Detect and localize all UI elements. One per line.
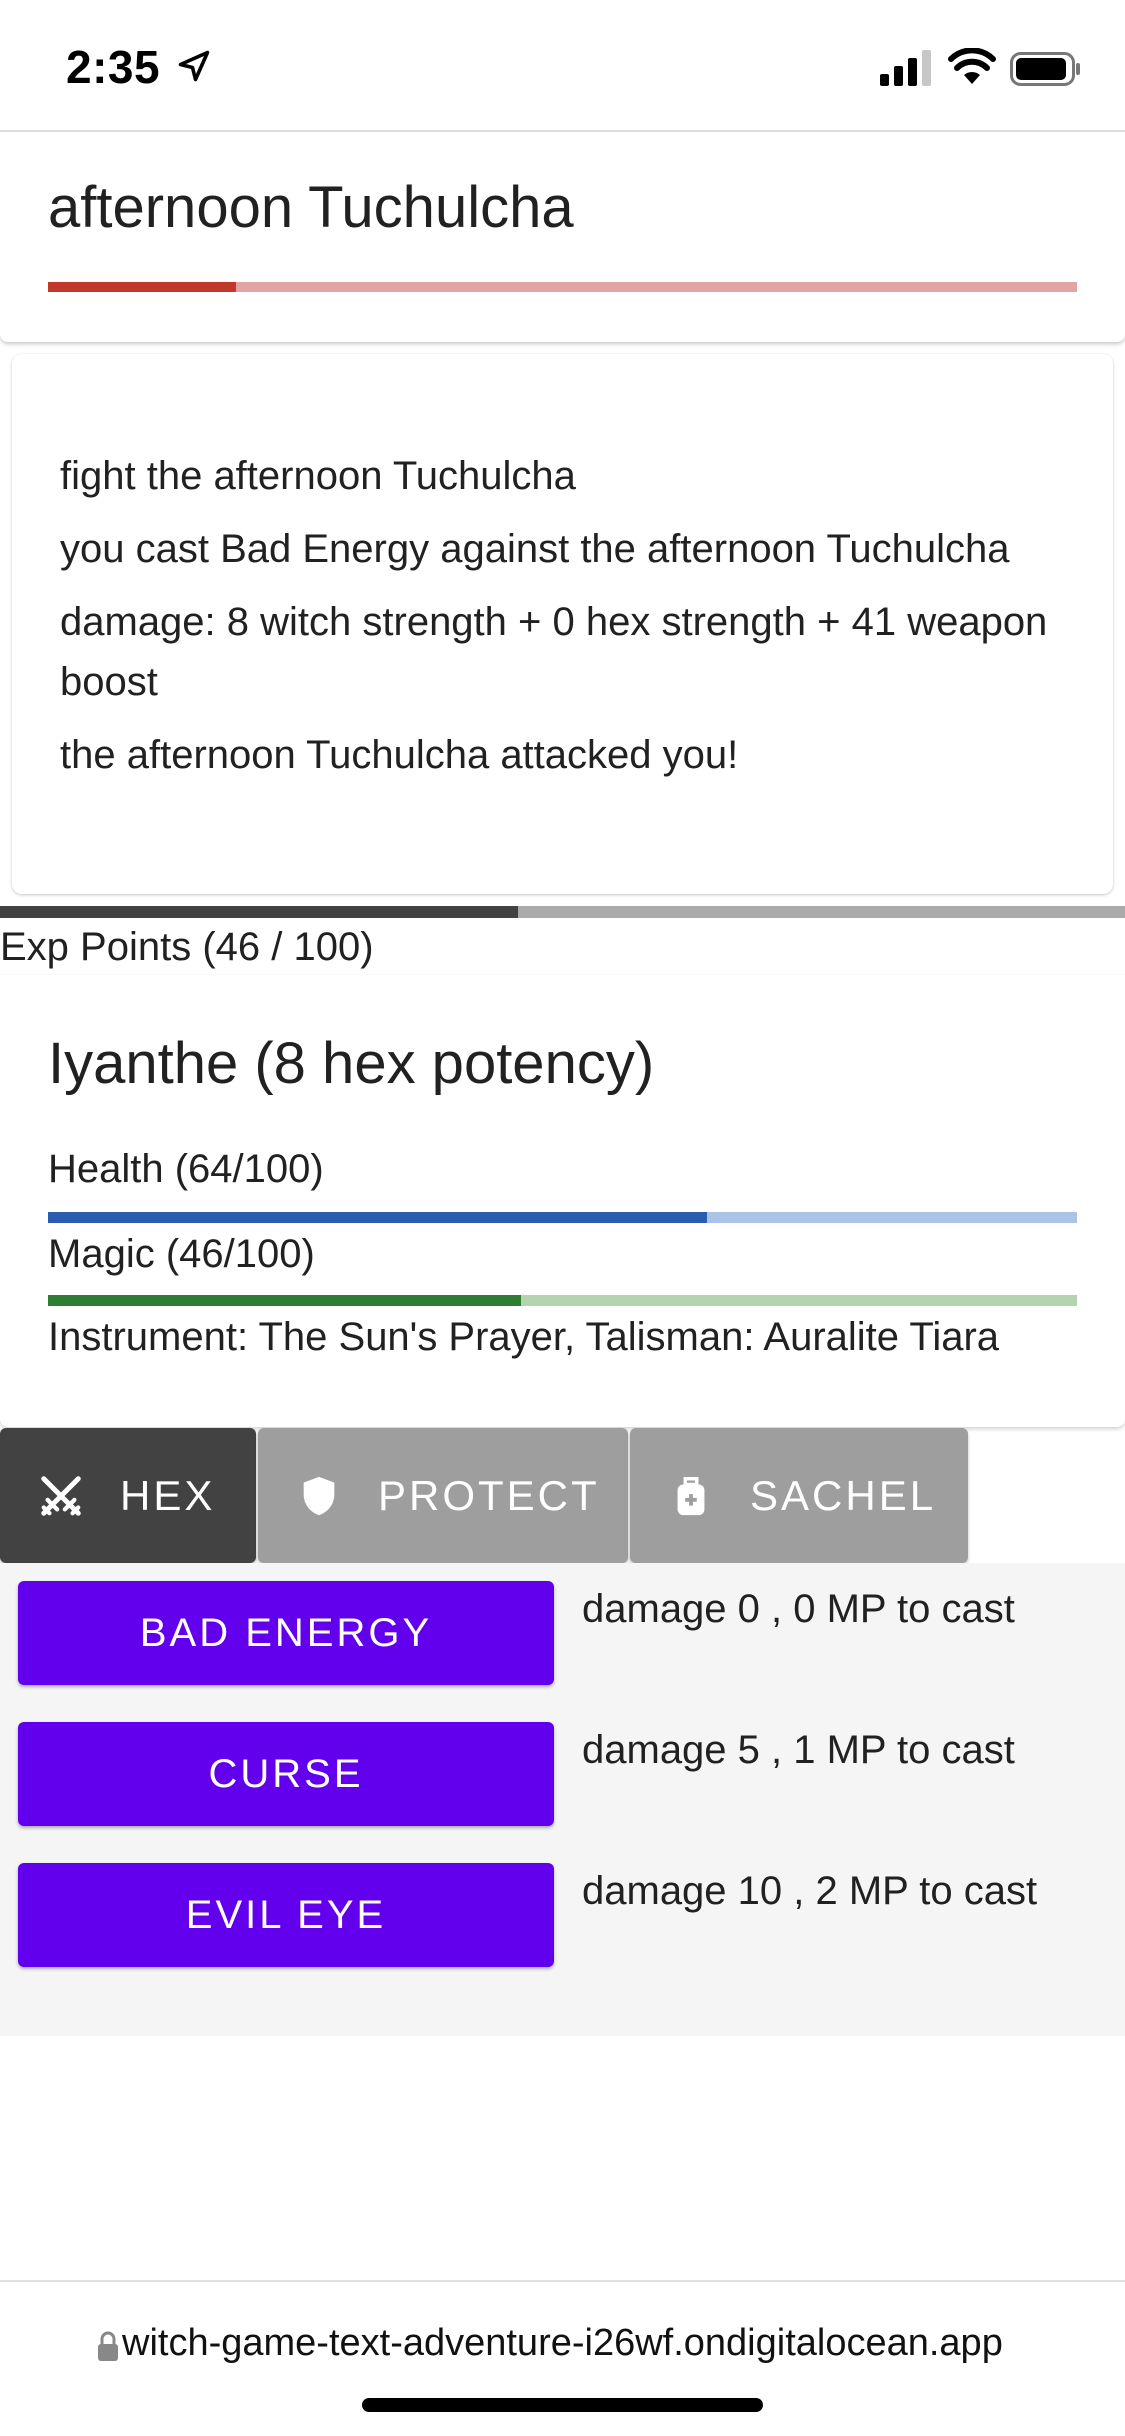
player-card: Iyanthe (8 hex potency) Health (64/100) … [0, 975, 1125, 1427]
tab-protect[interactable]: PROTECT [258, 1428, 628, 1563]
xp-bar [0, 906, 1125, 918]
enemy-name: afternoon Tuchulcha [48, 175, 574, 240]
magic-bar-fill [48, 1295, 522, 1306]
log-line: you cast Bad Energy against the afternoo… [60, 527, 1010, 571]
backpack-icon [677, 1476, 705, 1515]
location-arrow-icon [178, 50, 210, 82]
spell-row: EVIL EYE damage 10 , 2 MP to cast [18, 1863, 1118, 1967]
url-bar-divider [0, 2280, 1125, 2282]
status-bar: 2:35 [0, 0, 1125, 130]
log-line: the afternoon Tuchulcha attacked you! [60, 733, 739, 777]
health-bar-fill [48, 1212, 707, 1223]
status-time: 2:35 [66, 41, 161, 93]
url-text[interactable]: witch-game-text-adventure-i26wf.ondigita… [122, 2322, 1003, 2365]
enemy-health-bar [48, 282, 1077, 292]
combat-log: fight the afternoon Tuchulcha you cast Ba… [12, 354, 1113, 894]
magic-bar [48, 1295, 1077, 1306]
spell-description: damage 10 , 2 MP to cast [582, 1869, 1038, 1913]
tab-hex[interactable]: HEX [0, 1428, 256, 1563]
spell-description: damage 0 , 0 MP to cast [582, 1587, 1015, 1631]
health-label: Health (64/100) [48, 1147, 324, 1191]
spell-panel: BAD ENERGY damage 0 , 0 MP to cast CURSE… [0, 1563, 1125, 2036]
xp-label: Exp Points (46 / 100) [0, 925, 374, 969]
evil-eye-button[interactable]: EVIL EYE [18, 1863, 554, 1967]
spell-row: BAD ENERGY damage 0 , 0 MP to cast [18, 1581, 1118, 1685]
spell-row: CURSE damage 5 , 1 MP to cast [18, 1722, 1118, 1826]
health-bar [48, 1212, 1077, 1223]
combat-log-list: fight the afternoon Tuchulcha you cast Ba… [60, 446, 1070, 798]
home-indicator[interactable] [362, 2398, 763, 2412]
enemy-health-bar-fill [48, 282, 237, 292]
tab-sachel[interactable]: SACHEL [630, 1428, 968, 1563]
cellular-signal-icon [880, 50, 931, 86]
battery-icon [1010, 52, 1080, 86]
curse-button[interactable]: CURSE [18, 1722, 554, 1826]
player-name: Iyanthe (8 hex potency) [48, 1031, 655, 1096]
magic-label: Magic (46/100) [48, 1232, 315, 1276]
browser-url-bar: witch-game-text-adventure-i26wf.ondigita… [0, 2280, 1125, 2436]
log-line: damage: 8 witch strength + 0 hex strengt… [60, 600, 1048, 704]
spell-description: damage 5 , 1 MP to cast [582, 1728, 1015, 1772]
wifi-icon [948, 48, 996, 84]
tab-protect-label: PROTECT [378, 1471, 600, 1519]
equipment-label: Instrument: The Sun's Prayer, Talisman: … [48, 1315, 1000, 1359]
lock-icon [98, 2331, 118, 2361]
tab-hex-label: HEX [120, 1471, 216, 1519]
bad-energy-button[interactable]: BAD ENERGY [18, 1581, 554, 1685]
shield-icon [303, 1476, 335, 1515]
crossed-swords-icon [41, 1475, 81, 1516]
enemy-card: afternoon Tuchulcha [0, 132, 1125, 342]
log-line: fight the afternoon Tuchulcha [60, 454, 576, 498]
tab-sachel-label: SACHEL [750, 1471, 937, 1519]
xp-bar-fill [0, 906, 518, 918]
